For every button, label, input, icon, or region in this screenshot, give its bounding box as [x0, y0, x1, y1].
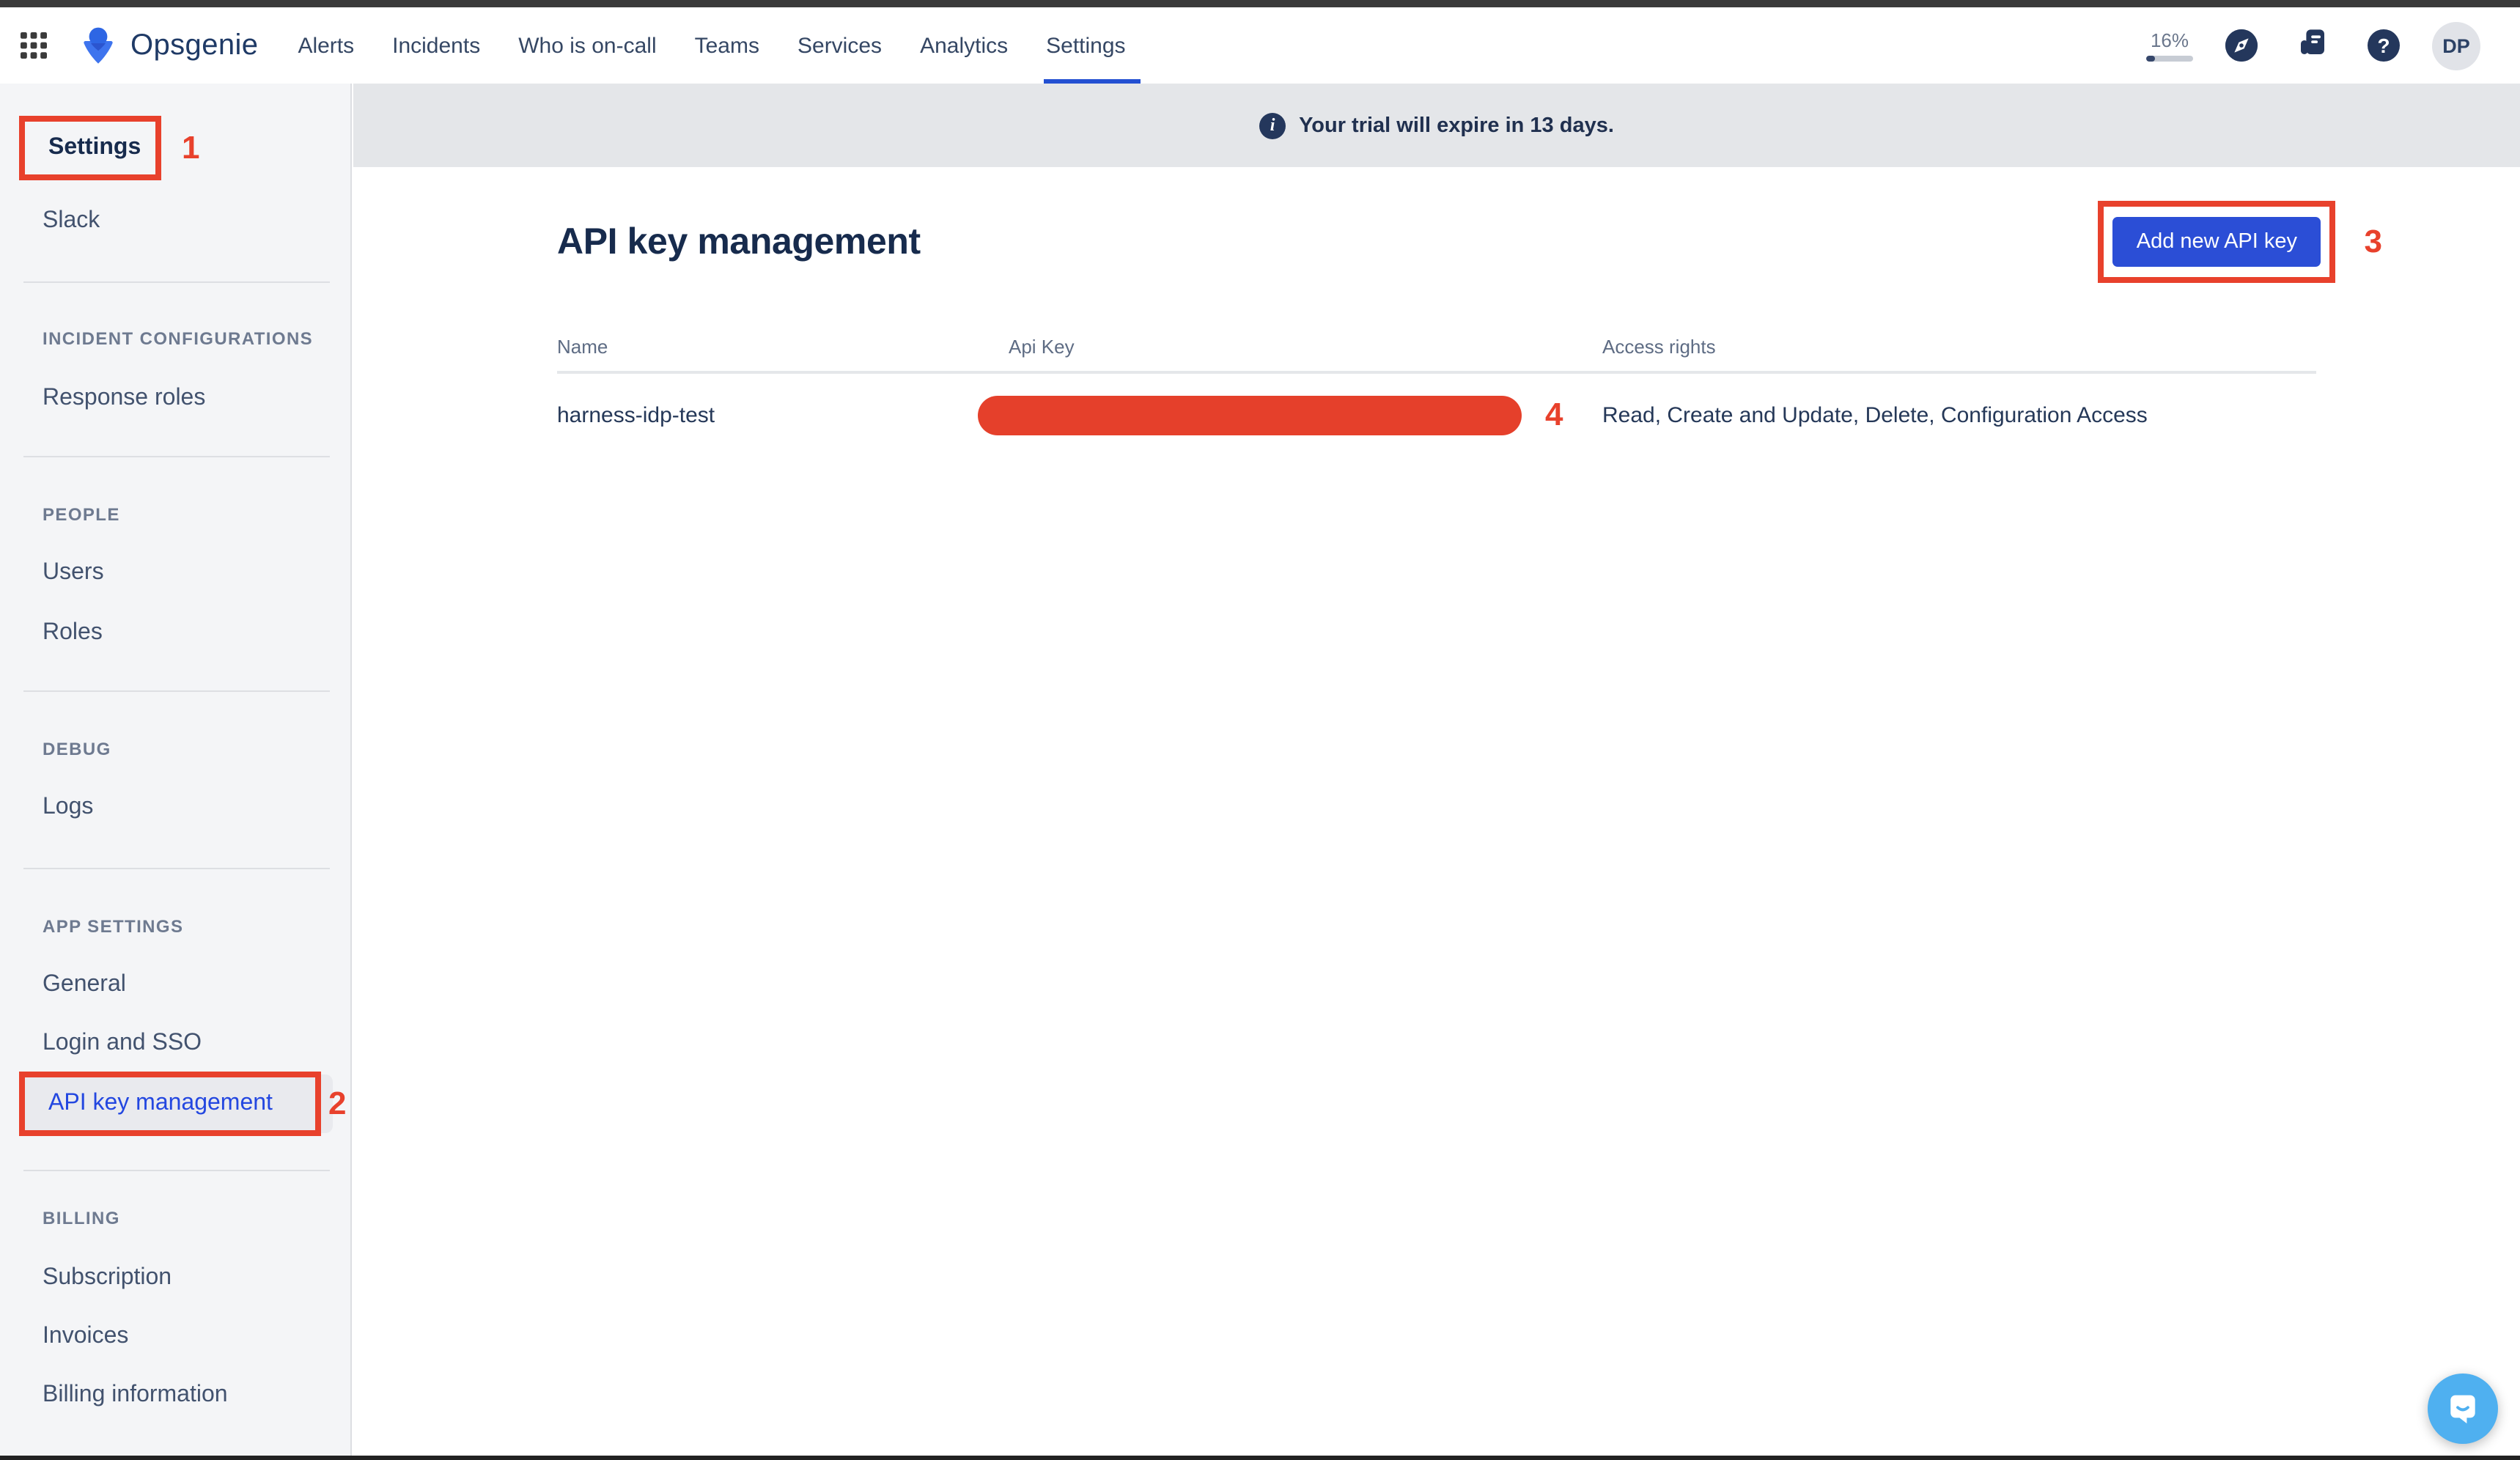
- api-key-name-cell: harness-idp-test: [557, 402, 1009, 427]
- sidebar-divider: [23, 868, 330, 869]
- top-navbar: Opsgenie Alerts Incidents Who is on-call…: [0, 7, 2520, 84]
- sidebar-item-general[interactable]: General: [0, 956, 350, 1014]
- sidebar-item-login-and-sso[interactable]: Login and SSO: [0, 1014, 350, 1073]
- sidebar-settings-label: Settings: [48, 135, 141, 161]
- nav-tab-alerts[interactable]: Alerts: [279, 7, 373, 84]
- nav-tab-incidents[interactable]: Incidents: [373, 7, 499, 84]
- navbar-left: Opsgenie Alerts Incidents Who is on-call…: [21, 7, 1145, 84]
- sidebar-api-key-label: API key management: [48, 1091, 273, 1117]
- nav-tab-settings[interactable]: Settings: [1027, 7, 1144, 84]
- compass-icon: [2225, 29, 2258, 62]
- table-row[interactable]: harness-idp-test 4 Read, Create and Upda…: [557, 374, 2316, 456]
- table-header-row: Name Api Key Access rights: [557, 336, 2316, 374]
- column-header-name: Name: [557, 336, 1009, 358]
- api-key-value-cell: 4: [1009, 395, 1602, 435]
- api-key-page: API key management Add new API key 3 Nam…: [353, 167, 2520, 456]
- annotation-2: 2: [328, 1088, 347, 1120]
- column-header-api-key: Api Key: [1009, 336, 1602, 358]
- help-button[interactable]: ?: [2368, 29, 2400, 62]
- primary-nav: Alerts Incidents Who is on-call Teams Se…: [279, 7, 1144, 84]
- nav-tab-services[interactable]: Services: [778, 7, 901, 84]
- app-switcher-grid-icon[interactable]: [21, 32, 47, 59]
- usage-progress-bar: [2146, 56, 2193, 62]
- sidebar-item-logs[interactable]: Logs: [0, 778, 350, 837]
- add-new-api-key-button[interactable]: Add new API key: [2113, 217, 2321, 267]
- page-header-row: API key management Add new API key 3: [557, 201, 2316, 283]
- sidebar-section-people: PEOPLE: [43, 503, 350, 526]
- sidebar-item-subscription[interactable]: Subscription: [0, 1249, 350, 1308]
- annotation-1: 1: [182, 132, 200, 164]
- trial-banner: i Your trial will expire in 13 days.: [353, 84, 2520, 167]
- sidebar-section-incident-configurations: INCIDENT CONFIGURATIONS: [43, 327, 350, 350]
- screen-top-edge: [0, 0, 2520, 7]
- usage-percent-label: 16%: [2151, 29, 2189, 51]
- settings-sidebar: Settings 1 Slack INCIDENT CONFIGURATIONS…: [0, 84, 352, 1460]
- nav-tab-who-is-on-call[interactable]: Who is on-call: [499, 7, 675, 84]
- annotation-box-3: Add new API key 3: [2099, 201, 2335, 283]
- sidebar-item-roles[interactable]: Roles: [0, 604, 350, 663]
- chat-bubble-icon: [2444, 1390, 2482, 1428]
- annotation-3: 3: [2365, 226, 2383, 258]
- sidebar-section-billing: BILLING: [43, 1206, 350, 1230]
- opsgenie-logo-icon: [79, 26, 117, 65]
- nav-tab-analytics[interactable]: Analytics: [901, 7, 1027, 84]
- sidebar-divider: [23, 281, 330, 283]
- brand-wordmark: Opsgenie: [130, 29, 258, 62]
- chat-launcher-button[interactable]: [2428, 1374, 2498, 1444]
- trial-usage-meter[interactable]: 16%: [2146, 29, 2193, 62]
- navbar-right: 16% ? DP: [2146, 7, 2480, 84]
- sidebar-divider: [23, 1170, 330, 1171]
- explore-button[interactable]: [2225, 29, 2258, 62]
- user-avatar[interactable]: DP: [2432, 21, 2480, 70]
- column-header-access-rights: Access rights: [1602, 336, 2316, 358]
- sidebar-item-api-key-management[interactable]: API key management: [19, 1072, 321, 1136]
- access-rights-cell: Read, Create and Update, Delete, Configu…: [1602, 402, 2316, 427]
- sidebar-item-users[interactable]: Users: [0, 544, 350, 602]
- sidebar-item-slack[interactable]: Slack: [0, 192, 350, 251]
- help-icon: ?: [2377, 34, 2390, 56]
- page-title: API key management: [557, 221, 921, 263]
- trial-banner-text: Your trial will expire in 13 days.: [1299, 114, 1614, 137]
- sidebar-divider: [23, 456, 330, 457]
- info-icon: i: [1259, 112, 1286, 139]
- nav-tab-teams[interactable]: Teams: [676, 7, 778, 84]
- sidebar-item-billing-information[interactable]: Billing information: [0, 1366, 350, 1425]
- api-keys-table: Name Api Key Access rights harness-idp-t…: [557, 336, 2316, 456]
- sidebar-item-invoices[interactable]: Invoices: [0, 1308, 350, 1366]
- app-window: Opsgenie Alerts Incidents Who is on-call…: [0, 0, 2520, 1460]
- annotation-4: 4: [1545, 399, 1563, 431]
- sidebar-section-app-settings: APP SETTINGS: [43, 915, 350, 938]
- screen-bottom-edge: [0, 1456, 2520, 1460]
- main-content: i Your trial will expire in 13 days. API…: [353, 84, 2520, 1460]
- release-notes-icon: [2296, 25, 2329, 59]
- sidebar-item-settings[interactable]: Settings: [19, 116, 161, 180]
- sidebar-item-response-roles[interactable]: Response roles: [0, 369, 350, 428]
- api-key-redaction-bar: [978, 395, 1522, 435]
- sidebar-divider: [23, 690, 330, 692]
- sidebar-section-debug: DEBUG: [43, 737, 350, 761]
- whats-new-button[interactable]: [2296, 25, 2329, 66]
- opsgenie-logo[interactable]: Opsgenie: [79, 26, 258, 65]
